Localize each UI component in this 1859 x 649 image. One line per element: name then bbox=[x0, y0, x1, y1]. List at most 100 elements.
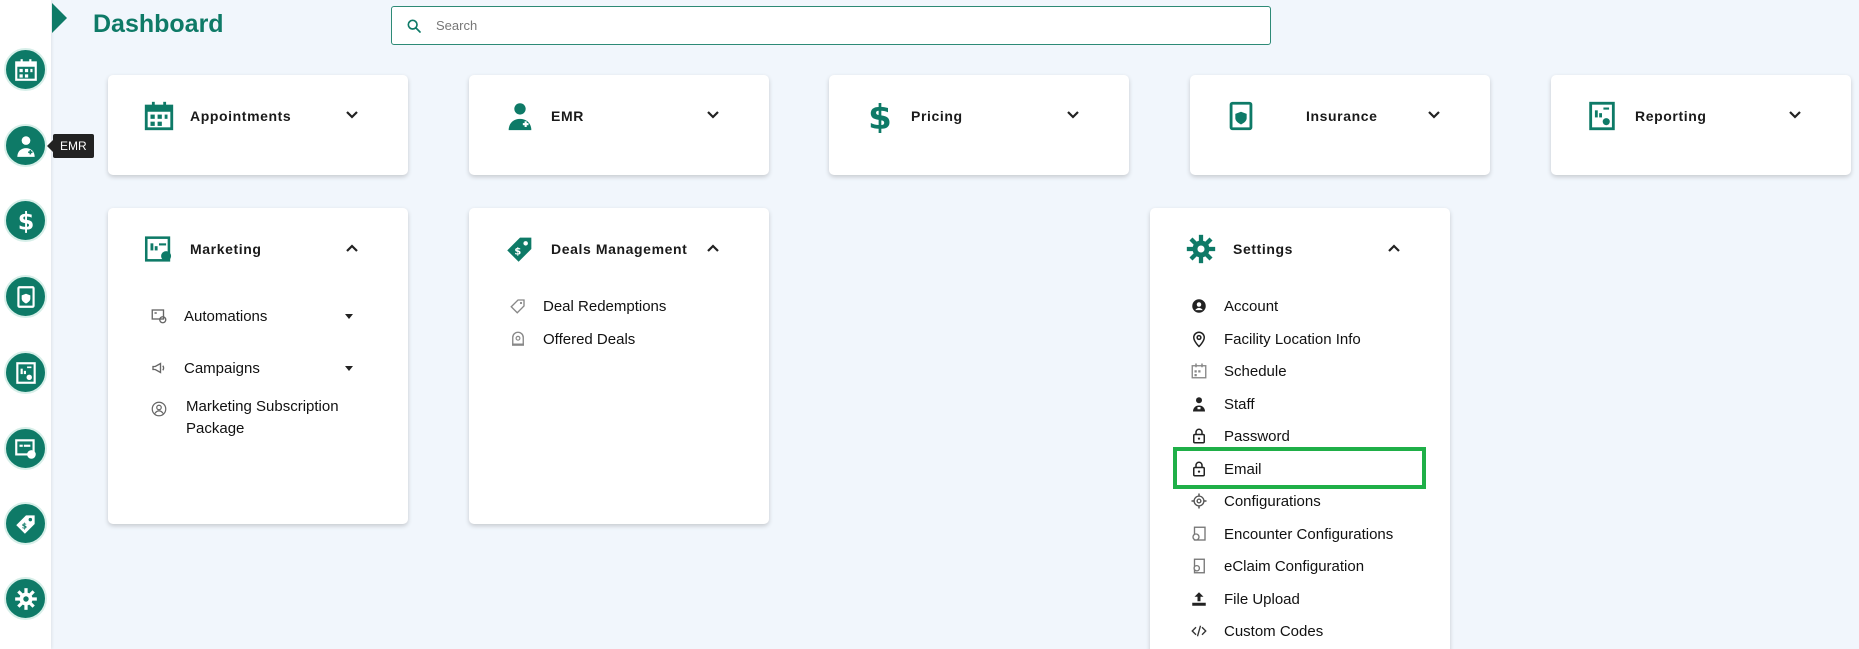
search-bar[interactable] bbox=[391, 6, 1271, 45]
eclaim-icon bbox=[1193, 558, 1205, 574]
deal-tag-icon: $ bbox=[507, 237, 532, 262]
settings-item-label: File Upload bbox=[1224, 590, 1300, 608]
account-icon bbox=[1192, 299, 1206, 313]
calendar-icon bbox=[144, 101, 174, 131]
card-label-reporting: Reporting bbox=[1635, 108, 1707, 124]
marketing-item-label: Campaigns bbox=[184, 359, 260, 377]
staff-icon bbox=[1193, 397, 1205, 412]
appointments-card[interactable]: Appointments bbox=[108, 75, 408, 175]
deals-card: $ Deals Management Deal Redemptions Offe… bbox=[469, 208, 769, 524]
search-input[interactable] bbox=[436, 7, 1270, 44]
rail-toggle-icon[interactable] bbox=[52, 3, 67, 33]
rail-emr-button[interactable] bbox=[4, 124, 47, 167]
deals-item-redemptions[interactable]: Deal Redemptions bbox=[509, 297, 666, 315]
chevron-up-icon[interactable] bbox=[705, 240, 721, 256]
settings-item-encounter[interactable]: Encounter Configurations bbox=[1190, 525, 1393, 543]
calendar-icon bbox=[14, 58, 37, 81]
rail-settings-button[interactable] bbox=[4, 577, 47, 620]
settings-item-label: Facility Location Info bbox=[1224, 330, 1361, 348]
svg-text:$: $ bbox=[17, 208, 34, 234]
marketing-item-label: Marketing Subscription Package bbox=[186, 398, 339, 437]
doctor-icon bbox=[508, 103, 532, 131]
chevron-up-icon[interactable] bbox=[344, 240, 360, 256]
rail-reporting-button[interactable] bbox=[4, 351, 47, 394]
insurance-icon bbox=[1229, 101, 1253, 131]
card-label-pricing: Pricing bbox=[911, 108, 963, 124]
code-icon bbox=[1191, 625, 1207, 637]
chevron-down-icon[interactable] bbox=[344, 107, 360, 123]
settings-item-custom-codes[interactable]: Custom Codes bbox=[1190, 622, 1323, 640]
reporting-card[interactable]: Reporting bbox=[1551, 75, 1851, 175]
insurance-icon bbox=[16, 285, 35, 308]
email-highlight-box bbox=[1173, 447, 1426, 489]
megaphone-icon bbox=[152, 362, 165, 374]
card-label-deals: Deals Management bbox=[551, 241, 688, 257]
settings-item-label: Encounter Configurations bbox=[1224, 525, 1394, 543]
card-label-emr: EMR bbox=[551, 108, 584, 124]
chevron-down-icon[interactable] bbox=[1426, 107, 1442, 123]
insurance-card[interactable]: Insurance bbox=[1190, 75, 1490, 175]
svg-text:$: $ bbox=[21, 521, 26, 530]
gear-icon bbox=[1191, 493, 1207, 509]
settings-item-password[interactable]: Password bbox=[1190, 427, 1290, 445]
pricing-card[interactable]: $ Pricing bbox=[829, 75, 1129, 175]
card-label-appointments: Appointments bbox=[190, 108, 292, 124]
deals-item-offered[interactable]: Offered Deals bbox=[509, 330, 635, 348]
marketing-icon bbox=[14, 438, 36, 459]
settings-item-staff[interactable]: Staff bbox=[1190, 395, 1255, 413]
settings-item-label: Account bbox=[1224, 297, 1279, 315]
settings-item-label: Password bbox=[1224, 427, 1290, 445]
automation-icon bbox=[151, 309, 167, 324]
subscription-icon bbox=[151, 401, 167, 417]
chevron-down-icon[interactable] bbox=[1787, 107, 1803, 123]
marketing-item-campaigns[interactable]: Campaigns bbox=[150, 359, 354, 377]
settings-item-account[interactable]: Account bbox=[1190, 297, 1278, 315]
card-label-settings: Settings bbox=[1233, 241, 1294, 257]
gear-icon bbox=[1186, 234, 1216, 264]
settings-item-facility[interactable]: Facility Location Info bbox=[1190, 330, 1361, 348]
settings-item-label: Staff bbox=[1224, 395, 1255, 413]
gear-icon bbox=[14, 587, 37, 610]
rail-appointments-button[interactable] bbox=[4, 48, 47, 91]
rail-tooltip: EMR bbox=[47, 134, 94, 158]
marketing-item-automations[interactable]: Automations bbox=[150, 307, 354, 325]
settings-item-label: Custom Codes bbox=[1224, 622, 1324, 640]
caret-down-icon[interactable] bbox=[344, 311, 354, 321]
doctor-icon bbox=[16, 135, 35, 157]
rail-insurance-button[interactable] bbox=[4, 275, 47, 318]
rail-marketing-button[interactable] bbox=[4, 427, 47, 470]
caret-down-icon[interactable] bbox=[344, 363, 354, 373]
marketing-card: Marketing Automations Campaigns Marketin… bbox=[108, 208, 408, 524]
chevron-up-icon[interactable] bbox=[1386, 240, 1402, 256]
settings-item-schedule[interactable]: Schedule bbox=[1190, 362, 1287, 380]
deals-item-label: Deal Redemptions bbox=[543, 297, 667, 315]
lock-icon bbox=[1193, 428, 1205, 444]
settings-card: Settings Account Facility Location Info … bbox=[1150, 208, 1450, 649]
settings-item-file-upload[interactable]: File Upload bbox=[1190, 590, 1300, 608]
settings-item-eclaim[interactable]: eClaim Configuration bbox=[1190, 557, 1364, 575]
settings-item-label: Schedule bbox=[1224, 362, 1287, 380]
card-label-insurance: Insurance bbox=[1306, 108, 1378, 124]
encounter-config-icon bbox=[1192, 526, 1206, 541]
search-icon bbox=[407, 19, 421, 33]
deal-tag-icon: $ bbox=[15, 514, 35, 534]
tag-icon bbox=[510, 299, 525, 314]
chevron-down-icon[interactable] bbox=[1065, 107, 1081, 123]
rail-deals-button[interactable]: $ bbox=[4, 502, 47, 545]
offer-icon bbox=[512, 331, 524, 346]
svg-text:$: $ bbox=[868, 99, 892, 133]
marketing-item-label: Automations bbox=[184, 307, 268, 325]
emr-card[interactable]: EMR bbox=[469, 75, 769, 175]
settings-item-label: eClaim Configuration bbox=[1224, 557, 1365, 575]
marketing-item-subscription[interactable]: Marketing Subscription Package bbox=[150, 396, 370, 440]
settings-item-configurations[interactable]: Configurations bbox=[1190, 492, 1321, 510]
settings-item-label: Configurations bbox=[1224, 492, 1321, 510]
marketing-icon bbox=[144, 236, 172, 262]
location-pin-icon bbox=[1192, 331, 1206, 348]
upload-icon bbox=[1192, 592, 1206, 606]
schedule-icon bbox=[1191, 363, 1207, 379]
page-title: Dashboard bbox=[93, 10, 224, 38]
report-icon bbox=[15, 361, 36, 384]
chevron-down-icon[interactable] bbox=[705, 107, 721, 123]
rail-pricing-button[interactable]: $ bbox=[4, 199, 47, 242]
